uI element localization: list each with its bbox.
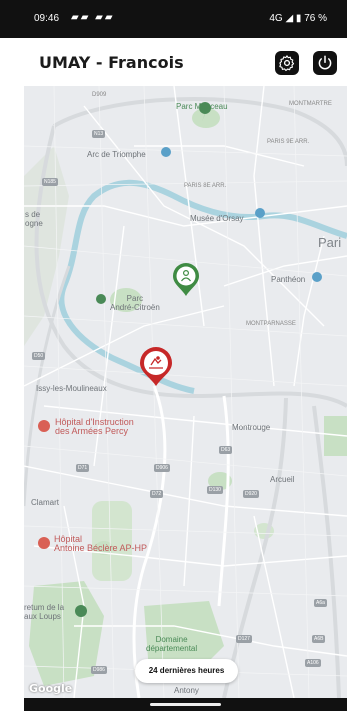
status-bar: 09:46 ▰▰ ▰▰ 4G ◢ ▮ 76 % bbox=[0, 0, 347, 38]
map-label-d909: D909 bbox=[92, 92, 107, 98]
map-label-d63: D63 bbox=[219, 446, 233, 454]
map-label-paris-9e: PARIS 9E ARR. bbox=[267, 139, 310, 145]
map-label-arcueil: Arcueil bbox=[270, 475, 295, 484]
map-label-paris: Pari bbox=[318, 235, 342, 250]
map-label-musee-orsay: Musée d'Orsay bbox=[190, 214, 244, 223]
map-label-d986: D986 bbox=[91, 666, 107, 674]
gear-icon bbox=[279, 55, 295, 72]
map-label-issy: Issy-les-Moulineaux bbox=[36, 384, 107, 393]
map-label-montrouge: Montrouge bbox=[232, 423, 271, 432]
location-marker-red[interactable] bbox=[138, 346, 174, 393]
app-header: UMAY - Francois bbox=[24, 38, 347, 86]
map-label-a6b: A6B bbox=[312, 635, 326, 643]
map-view[interactable]: D909 Parc Monceau MONTMARTRE N13 PARIS 9… bbox=[24, 86, 347, 698]
google-attribution: Google bbox=[29, 682, 73, 695]
map-label-paris-8e: PARIS 8E ARR. bbox=[184, 183, 227, 189]
power-icon bbox=[318, 55, 332, 70]
map-label-boulogne: s de ogne bbox=[25, 210, 43, 228]
map-label-parc-citroen: Parc André-Citroën bbox=[110, 294, 160, 312]
map-label-domaine: Domaine départemental bbox=[146, 635, 198, 653]
settings-button[interactable] bbox=[275, 51, 299, 75]
person-pin-icon bbox=[173, 263, 199, 296]
map-label-d130: D130 bbox=[207, 486, 223, 494]
map-label-d72: D72 bbox=[150, 490, 164, 498]
map-label-hopital-percy: Hôpital d'Instruction des Armées Percy bbox=[55, 417, 134, 436]
page-title: UMAY - Francois bbox=[39, 53, 184, 72]
notification-icons: ▰▰ ▰▰ bbox=[71, 12, 115, 23]
map-label-d50: D50 bbox=[32, 352, 46, 360]
map-label-pantheon: Panthéon bbox=[271, 275, 306, 284]
home-gesture-handle[interactable] bbox=[150, 703, 221, 706]
map-label-d127: D127 bbox=[236, 635, 252, 643]
map-label-a106: A106 bbox=[305, 659, 321, 667]
map-label-parc-monceau: Parc Monceau bbox=[176, 102, 228, 111]
map-label-d920: D920 bbox=[243, 490, 259, 498]
map-label-arboretum: retum de la aux Loups bbox=[24, 603, 65, 621]
map-label-d71: D71 bbox=[76, 464, 90, 472]
map-label-antony: Antony bbox=[174, 686, 199, 695]
map-label-montparnasse: MONTPARNASSE bbox=[246, 321, 296, 327]
app-screen: 09:46 ▰▰ ▰▰ 4G ◢ ▮ 76 % UMAY - Francois bbox=[0, 0, 347, 711]
status-time: 09:46 bbox=[34, 13, 60, 24]
map-label-arc-de-triomphe: Arc de Triomphe bbox=[87, 150, 146, 159]
location-marker-green[interactable] bbox=[171, 262, 201, 303]
navigation-bar bbox=[24, 698, 347, 711]
map-label-n13: N13 bbox=[92, 130, 106, 138]
map-label-a6a: A6a bbox=[314, 599, 327, 607]
map-label-clamart: Clamart bbox=[31, 498, 60, 507]
time-range-button[interactable]: 24 dernières heures bbox=[135, 659, 238, 683]
map-label-hopital-beclere: Hôpital Antoine Béclère AP-HP bbox=[54, 534, 148, 553]
map-label-n185: N185 bbox=[42, 178, 58, 186]
current-position-pin-icon bbox=[140, 347, 172, 386]
map-label-montmartre: MONTMARTRE bbox=[289, 101, 332, 107]
map-label-d906: D906 bbox=[154, 464, 170, 472]
power-button[interactable] bbox=[313, 51, 337, 75]
network-battery-status: 4G ◢ ▮ 76 % bbox=[269, 13, 327, 24]
